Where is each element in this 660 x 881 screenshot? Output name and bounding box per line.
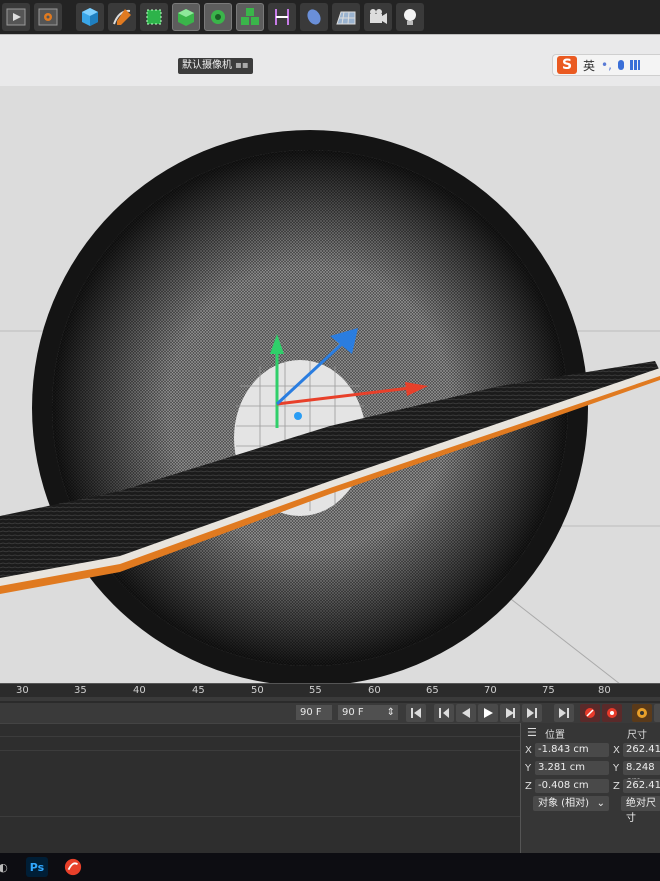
next-key-icon[interactable]: [554, 704, 574, 722]
size-x-input[interactable]: 262.419: [623, 743, 660, 757]
os-taskbar: ◐ Ps: [0, 853, 660, 881]
motion-path-icon[interactable]: [654, 704, 660, 722]
size-mode-dropdown[interactable]: 绝对尺寸: [621, 796, 660, 824]
ime-logo-icon: S: [557, 56, 577, 74]
main-toolbar: [0, 0, 660, 34]
current-frame-field[interactable]: 90 F: [296, 705, 332, 720]
pos-y-label: Y: [525, 763, 532, 774]
material-manager-panel[interactable]: [0, 723, 520, 854]
chevron-down-icon: ⌄: [596, 798, 605, 809]
panel-menu-icon[interactable]: ☰: [527, 726, 537, 739]
ime-language[interactable]: 英: [583, 57, 595, 74]
play-icon[interactable]: [478, 704, 498, 722]
pos-x-label: X: [525, 745, 532, 756]
render-settings-icon[interactable]: [34, 3, 62, 31]
coordinate-mode-dropdown[interactable]: 对象 (相对) ⌄: [533, 796, 609, 811]
timeline-tick: 70: [484, 685, 497, 696]
timeline-tick: 80: [598, 685, 611, 696]
timeline-tick: 60: [368, 685, 381, 696]
end-frame-field[interactable]: 90 F ⇕: [338, 705, 398, 720]
camera-label-text: 默认摄像机: [182, 60, 232, 71]
timeline-tick: 65: [426, 685, 439, 696]
object-pivot[interactable]: [294, 412, 302, 420]
timeline-track[interactable]: [0, 697, 660, 701]
pos-z-label: Z: [525, 781, 532, 792]
boole-icon[interactable]: [300, 3, 328, 31]
timeline-tick: 40: [133, 685, 146, 696]
size-z-input[interactable]: 262.419: [623, 779, 660, 793]
size-z-label: Z: [613, 781, 620, 792]
coordinate-mode-value: 对象 (相对): [538, 798, 589, 809]
ime-grid-icon[interactable]: [629, 60, 640, 70]
timeline-tick: 30: [16, 685, 29, 696]
stepper-icon[interactable]: ⇕: [387, 705, 395, 720]
size-y-input[interactable]: 8.248 cm: [623, 761, 660, 787]
ime-punct-icon[interactable]: •,: [601, 58, 612, 72]
coordinates-panel: ☰ 位置 尺寸 X -1.843 cm X 262.419 Y 3.281 cm…: [520, 723, 660, 853]
subdivision-icon[interactable]: [140, 3, 168, 31]
3d-viewport[interactable]: [0, 86, 660, 684]
ime-mic-icon[interactable]: [617, 60, 624, 70]
pen-spline-icon[interactable]: [108, 3, 136, 31]
camera-icon[interactable]: [364, 3, 392, 31]
camera-label[interactable]: 默认摄像机 ▪▪: [178, 58, 253, 74]
size-x-label: X: [613, 745, 620, 756]
transport-bar: 90 F 90 F ⇕: [0, 703, 660, 723]
cube-icon[interactable]: [76, 3, 104, 31]
extrude-cube-icon[interactable]: [172, 3, 200, 31]
camera-label-icon: ▪▪: [235, 60, 249, 71]
timeline-tick: 75: [542, 685, 555, 696]
array-icon[interactable]: [236, 3, 264, 31]
viewport-scene: [0, 86, 660, 684]
deformer-icon[interactable]: [268, 3, 296, 31]
pos-y-input[interactable]: 3.281 cm: [535, 761, 609, 775]
size-y-label: Y: [613, 763, 620, 774]
prev-key-icon[interactable]: [434, 704, 454, 722]
go-to-start-icon[interactable]: [406, 704, 426, 722]
ime-toolbar[interactable]: S 英 •,: [552, 54, 660, 76]
record-key-icon[interactable]: [580, 704, 600, 722]
timeline-tick: 50: [251, 685, 264, 696]
prev-frame-icon[interactable]: [456, 704, 476, 722]
pos-z-input[interactable]: -0.408 cm: [535, 779, 609, 793]
cloner-icon[interactable]: [204, 3, 232, 31]
app-taskbar-icon[interactable]: [62, 857, 84, 877]
timeline-tick: 45: [192, 685, 205, 696]
photoshop-taskbar-icon[interactable]: Ps: [26, 857, 48, 877]
keyframe-selection-icon[interactable]: [632, 704, 652, 722]
size-header: 尺寸: [627, 730, 647, 741]
next-frame-icon[interactable]: [500, 704, 520, 722]
timeline-tick: 55: [309, 685, 322, 696]
go-to-end-icon[interactable]: [522, 704, 542, 722]
render-view-icon[interactable]: [2, 3, 30, 31]
position-header: 位置: [545, 730, 565, 741]
pos-x-input[interactable]: -1.843 cm: [535, 743, 609, 757]
auto-key-icon[interactable]: [602, 704, 622, 722]
start-icon[interactable]: ◐: [0, 857, 14, 877]
timeline-tick: 35: [74, 685, 87, 696]
floor-icon[interactable]: [332, 3, 360, 31]
end-frame-value: 90 F: [342, 707, 364, 718]
light-icon[interactable]: [396, 3, 424, 31]
